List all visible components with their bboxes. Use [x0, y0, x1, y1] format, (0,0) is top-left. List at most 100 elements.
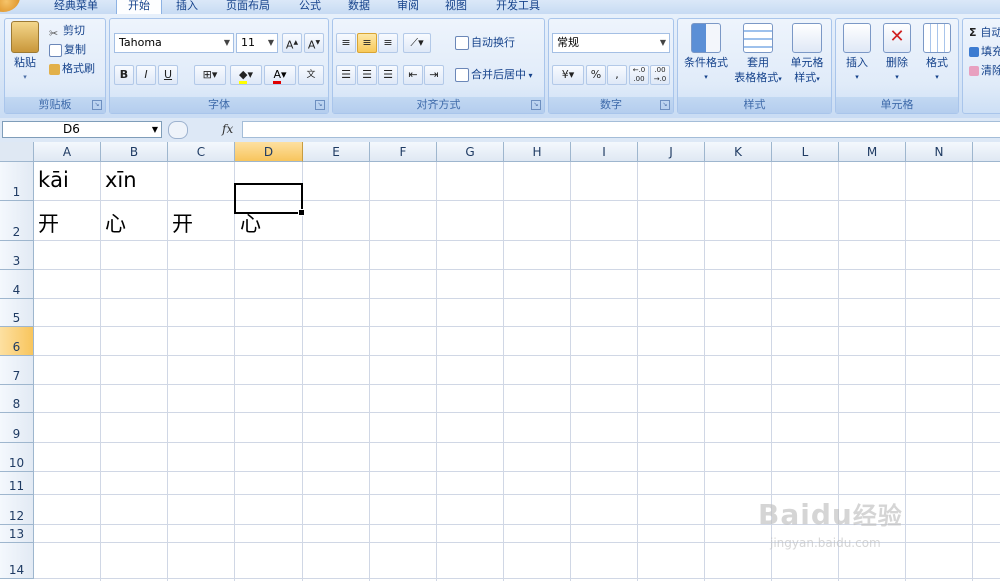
- font-launcher-icon[interactable]: ↘: [315, 100, 325, 110]
- underline-button[interactable]: U: [158, 65, 178, 85]
- column-header-b[interactable]: B: [101, 142, 168, 162]
- cut-button[interactable]: ✂ 剪切: [49, 21, 85, 40]
- conditional-formatting-button[interactable]: 条件格式 ▾: [680, 23, 732, 85]
- font-name-combo[interactable]: Tahoma ▼: [114, 33, 234, 53]
- row-header-10[interactable]: 10: [0, 443, 34, 472]
- column-header-g[interactable]: G: [437, 142, 504, 162]
- italic-button[interactable]: I: [136, 65, 156, 85]
- shrink-font-button[interactable]: A▼: [304, 33, 324, 53]
- formula-input[interactable]: [242, 121, 1000, 138]
- fill-button[interactable]: 填充: [969, 42, 1000, 61]
- cell-a2[interactable]: 开: [38, 208, 59, 238]
- tab-developer[interactable]: 开发工具: [490, 0, 546, 14]
- tab-classic-menu[interactable]: 经典菜单: [43, 0, 109, 14]
- column-header-i[interactable]: I: [571, 142, 638, 162]
- column-header-j[interactable]: J: [638, 142, 705, 162]
- wrap-text-button[interactable]: 自动换行: [455, 33, 515, 52]
- row-header-7[interactable]: 7: [0, 356, 34, 385]
- row-header-12[interactable]: 12: [0, 495, 34, 525]
- align-center-button[interactable]: ☰: [357, 65, 377, 85]
- align-bottom-button[interactable]: ≡: [378, 33, 398, 53]
- tab-view[interactable]: 视图: [434, 0, 478, 14]
- delete-cells-button[interactable]: ✕ 删除 ▾: [878, 23, 916, 85]
- accounting-format-button[interactable]: ¥▾: [552, 65, 584, 85]
- column-header-c[interactable]: C: [168, 142, 235, 162]
- paste-button[interactable]: 粘贴 ▾: [9, 21, 41, 85]
- phonetic-button[interactable]: 文: [298, 65, 324, 85]
- grow-font-button[interactable]: A▲: [282, 33, 302, 53]
- chevron-down-icon[interactable]: ▼: [152, 122, 158, 137]
- row-header-5[interactable]: 5: [0, 299, 34, 327]
- clear-button[interactable]: 清除: [969, 61, 1000, 80]
- fill-handle[interactable]: [298, 209, 305, 216]
- active-cell-selection[interactable]: [234, 183, 305, 216]
- column-header-o[interactable]: [973, 142, 1000, 162]
- copy-button[interactable]: 复制: [49, 40, 86, 59]
- percent-style-button[interactable]: %: [586, 65, 606, 85]
- number-format-combo[interactable]: 常规 ▼: [552, 33, 670, 53]
- fill-color-button[interactable]: ◆▾: [230, 65, 262, 85]
- row-header-14[interactable]: 14: [0, 543, 34, 579]
- clipboard-launcher-icon[interactable]: ↘: [92, 100, 102, 110]
- worksheet-grid[interactable]: A B C D E F G H I J K L M N 1 2 3 4 5 6 …: [0, 142, 1000, 581]
- row-header-13[interactable]: 13: [0, 525, 34, 543]
- format-as-table-button[interactable]: 套用 表格格式▾: [730, 23, 786, 87]
- align-left-button[interactable]: ☰: [336, 65, 356, 85]
- formula-bar-expand-icon[interactable]: [168, 121, 188, 139]
- alignment-launcher-icon[interactable]: ↘: [531, 100, 541, 110]
- tab-home[interactable]: 开始: [116, 0, 162, 14]
- format-painter-button[interactable]: 格式刷: [49, 59, 95, 78]
- row-header-3[interactable]: 3: [0, 241, 34, 270]
- increase-decimal-button[interactable]: ←.0.00: [629, 65, 649, 85]
- cell-c2[interactable]: 开: [172, 208, 193, 238]
- orientation-button[interactable]: ⟋▾: [403, 33, 431, 53]
- tab-formulas[interactable]: 公式: [288, 0, 332, 14]
- column-header-l[interactable]: L: [772, 142, 839, 162]
- column-header-h[interactable]: H: [504, 142, 571, 162]
- align-top-button[interactable]: ≡: [336, 33, 356, 53]
- tab-insert[interactable]: 插入: [165, 0, 209, 14]
- comma-style-button[interactable]: ,: [607, 65, 627, 85]
- row-header-6[interactable]: 6: [0, 327, 34, 356]
- office-button[interactable]: [0, 0, 20, 12]
- row-header-4[interactable]: 4: [0, 270, 34, 299]
- tab-page-layout[interactable]: 页面布局: [218, 0, 278, 14]
- row-header-1[interactable]: 1: [0, 162, 34, 201]
- column-header-k[interactable]: K: [705, 142, 772, 162]
- paste-dropdown-icon[interactable]: ▾: [9, 70, 41, 85]
- row-header-8[interactable]: 8: [0, 385, 34, 413]
- insert-function-button[interactable]: fx: [222, 122, 233, 136]
- cell-styles-button[interactable]: 单元格 样式▾: [784, 23, 830, 87]
- column-header-e[interactable]: E: [303, 142, 370, 162]
- row-header-11[interactable]: 11: [0, 472, 34, 495]
- borders-button[interactable]: ⊞▾: [194, 65, 226, 85]
- row-header-2[interactable]: 2: [0, 201, 34, 241]
- autosum-button[interactable]: Σ 自动: [969, 23, 1000, 42]
- tab-data[interactable]: 数据: [337, 0, 381, 14]
- decrease-decimal-icon: .00 →.0: [653, 66, 667, 83]
- row-header-9[interactable]: 9: [0, 413, 34, 443]
- increase-indent-button[interactable]: ⇥: [424, 65, 444, 85]
- column-header-m[interactable]: M: [839, 142, 906, 162]
- decrease-decimal-button[interactable]: .00 →.0: [650, 65, 670, 85]
- merge-center-button[interactable]: 合并后居中 ▾: [455, 65, 533, 84]
- select-all-button[interactable]: [0, 142, 34, 162]
- format-cells-button[interactable]: 格式 ▾: [918, 23, 956, 85]
- decrease-indent-button[interactable]: ⇤: [403, 65, 423, 85]
- name-box[interactable]: D6 ▼: [2, 121, 162, 138]
- align-middle-button[interactable]: ≡: [357, 33, 377, 53]
- font-size-combo[interactable]: 11 ▼: [236, 33, 278, 53]
- cell-b2[interactable]: 心: [105, 208, 126, 238]
- bold-button[interactable]: B: [114, 65, 134, 85]
- align-right-button[interactable]: ☰: [378, 65, 398, 85]
- insert-cells-button[interactable]: 插入 ▾: [838, 23, 876, 85]
- tab-review[interactable]: 审阅: [386, 0, 430, 14]
- cell-b1[interactable]: xīn: [105, 168, 137, 192]
- column-header-a[interactable]: A: [34, 142, 101, 162]
- column-header-n[interactable]: N: [906, 142, 973, 162]
- cell-a1[interactable]: kāi: [38, 168, 69, 192]
- column-header-d[interactable]: D: [235, 142, 303, 162]
- number-launcher-icon[interactable]: ↘: [660, 100, 670, 110]
- font-color-button[interactable]: A▾: [264, 65, 296, 85]
- column-header-f[interactable]: F: [370, 142, 437, 162]
